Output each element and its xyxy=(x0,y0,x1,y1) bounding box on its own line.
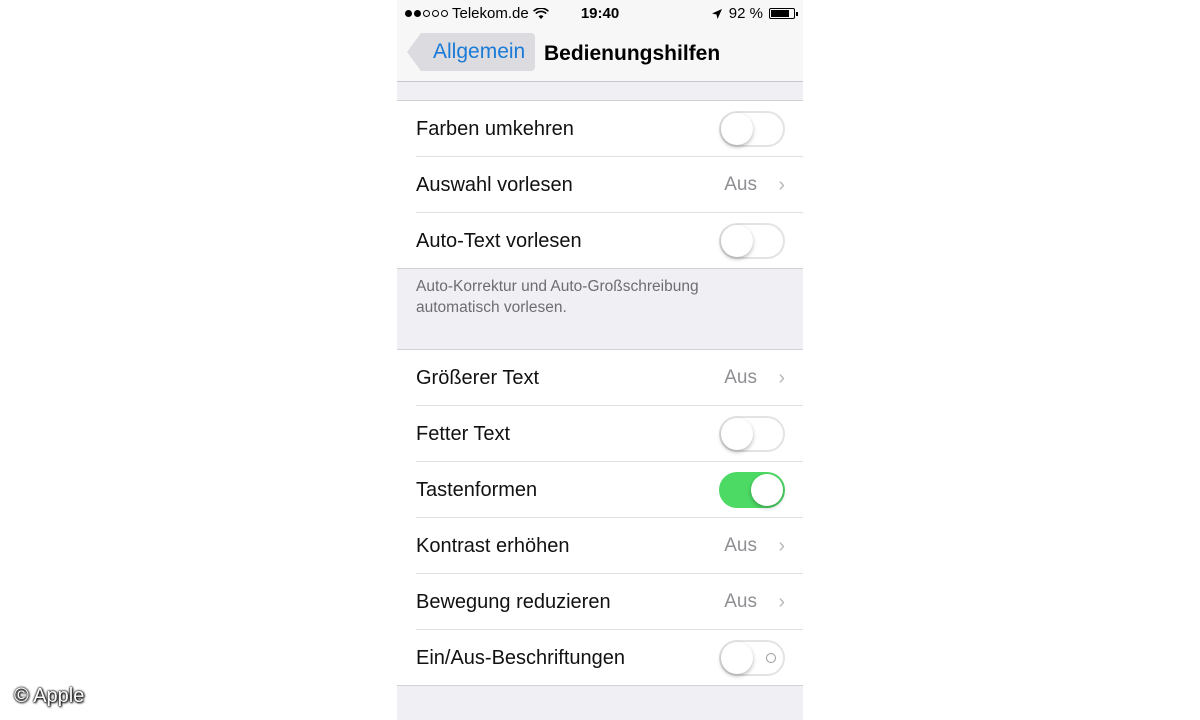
page-title: Bedienungshilfen xyxy=(544,42,721,65)
settings-row-fetter-text: Fetter Text xyxy=(416,406,803,462)
settings-row-value: Aus xyxy=(724,367,757,388)
battery-fill xyxy=(771,10,790,17)
settings-row-value: Aus xyxy=(724,535,757,556)
phone-screen: Telekom.de 19:40 92 % Allgemein Bedienun… xyxy=(397,0,803,720)
settings-row-ein-aus-beschriftungen: Ein/Aus-Beschriftungen xyxy=(416,630,803,685)
location-arrow-icon xyxy=(711,8,722,19)
toggle-switch[interactable] xyxy=(719,223,785,259)
battery-icon xyxy=(769,8,798,19)
settings-row-auto-text-vorlesen: Auto-Text vorlesen xyxy=(416,213,803,268)
settings-row-kontrast-erhöhen[interactable]: Kontrast erhöhen Aus › xyxy=(416,518,803,574)
toggle-switch[interactable] xyxy=(719,640,785,676)
settings-group-2: Größerer Text Aus › Fetter Text Tastenformen… xyxy=(397,349,803,686)
settings-row-value: Aus xyxy=(724,174,757,195)
toggle-switch[interactable] xyxy=(719,416,785,452)
toggle-knob xyxy=(721,418,753,450)
settings-group-1: Farben umkehren Auswahl vorlesen Aus › Auto-… xyxy=(397,100,803,269)
chevron-right-icon: › xyxy=(778,367,785,389)
toggle-knob xyxy=(751,474,783,506)
image-credit: © Apple xyxy=(14,685,85,707)
settings-row-auswahl-vorlesen[interactable]: Auswahl vorlesen Aus › xyxy=(416,157,803,213)
settings-row-label: Ein/Aus-Beschriftungen xyxy=(416,647,626,669)
off-indicator-icon xyxy=(766,653,776,663)
settings-row-label: Größerer Text xyxy=(416,367,539,389)
back-button-label: Allgemein xyxy=(433,40,526,63)
settings-row-label: Fetter Text xyxy=(416,423,511,445)
settings-row-bewegung-reduzieren[interactable]: Bewegung reduzieren Aus › xyxy=(416,574,803,630)
toggle-knob xyxy=(721,642,753,674)
navigation-bar: Allgemein Bedienungshilfen xyxy=(397,28,803,82)
toggle-knob xyxy=(721,113,753,145)
chevron-right-icon: › xyxy=(778,591,785,613)
chevron-right-icon: › xyxy=(778,535,785,557)
settings-row-label: Tastenformen xyxy=(416,479,538,501)
toggle-switch[interactable] xyxy=(719,111,785,147)
group-footer-note: Auto-Korrektur und Auto-Großschreibung a… xyxy=(416,278,699,316)
chevron-right-icon: › xyxy=(778,174,785,196)
settings-row-label: Kontrast erhöhen xyxy=(416,535,570,557)
toggle-switch[interactable] xyxy=(719,472,785,508)
settings-row-label: Bewegung reduzieren xyxy=(416,591,611,613)
settings-row-tastenformen: Tastenformen xyxy=(416,462,803,518)
battery-percentage: 92 % xyxy=(728,5,763,22)
settings-row-farben-umkehren: Farben umkehren xyxy=(416,101,803,157)
settings-row-label: Farben umkehren xyxy=(416,118,574,140)
settings-row-label: Auto-Text vorlesen xyxy=(416,230,582,252)
toggle-knob xyxy=(721,225,753,257)
back-button[interactable]: Allgemein xyxy=(407,33,536,71)
status-bar: Telekom.de 19:40 92 % xyxy=(397,0,803,28)
settings-row-label: Auswahl vorlesen xyxy=(416,174,573,196)
status-right: 92 % xyxy=(711,5,798,22)
settings-row-value: Aus xyxy=(724,591,757,612)
settings-row-größerer-text[interactable]: Größerer Text Aus › xyxy=(416,350,803,406)
